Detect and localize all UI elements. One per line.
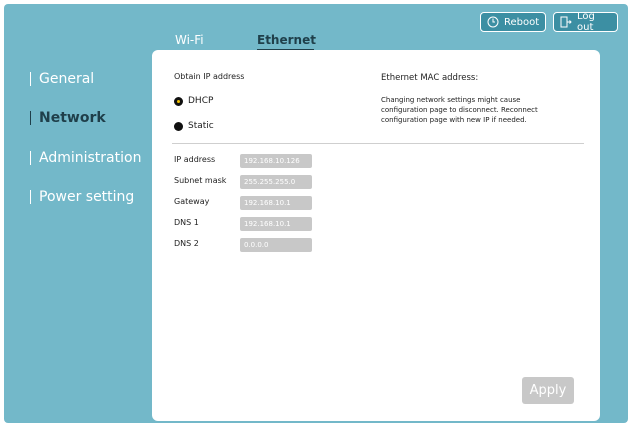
subnet-mask-label: Subnet mask <box>174 176 227 185</box>
apply-button[interactable]: Apply <box>522 377 574 404</box>
sidebar-divider <box>30 111 31 125</box>
static-label: Static <box>188 121 214 131</box>
dns2-field[interactable] <box>240 238 312 252</box>
sidebar-item-label: Administration <box>39 150 142 166</box>
dns2-label: DNS 2 <box>174 239 199 248</box>
sidebar-item-label: Power setting <box>39 189 135 205</box>
obtain-ip-label: Obtain IP address <box>174 72 245 81</box>
sidebar-divider <box>30 190 31 204</box>
gateway-field[interactable] <box>240 196 312 210</box>
mac-address-title: Ethernet MAC address: <box>381 73 479 83</box>
logout-label: Log out <box>577 11 595 33</box>
tab-wifi[interactable]: Wi-Fi <box>175 33 204 47</box>
dhcp-radio[interactable] <box>174 97 183 106</box>
sidebar-divider <box>30 72 31 86</box>
ip-address-field[interactable] <box>240 154 312 168</box>
static-radio[interactable] <box>174 122 183 131</box>
ethernet-settings-panel: Obtain IP address DHCP Static Ethernet M… <box>152 50 600 421</box>
reboot-label: Reboot <box>504 16 540 28</box>
sidebar-item-general[interactable]: General <box>30 71 94 87</box>
sidebar-item-network[interactable]: Network <box>30 110 106 126</box>
logout-button[interactable]: Log out <box>553 11 618 33</box>
sidebar-item-label: General <box>39 71 95 87</box>
dns1-field[interactable] <box>240 217 312 231</box>
sidebar-divider <box>30 151 31 165</box>
dns1-label: DNS 1 <box>174 218 199 227</box>
power-cycle-icon <box>487 16 499 28</box>
sidebar-item-power-setting[interactable]: Power setting <box>30 189 134 205</box>
tab-ethernet[interactable]: Ethernet <box>257 33 316 47</box>
network-change-warning: Changing network settings might cause co… <box>381 96 538 124</box>
gateway-label: Gateway <box>174 197 210 206</box>
reboot-button[interactable]: Reboot <box>480 12 546 32</box>
sidebar-item-administration[interactable]: Administration <box>30 150 141 166</box>
ip-address-label: IP address <box>174 155 216 164</box>
logout-door-icon <box>560 16 572 28</box>
subnet-mask-field[interactable] <box>240 175 312 189</box>
dhcp-label: DHCP <box>188 96 214 106</box>
sidebar-item-label: Network <box>39 110 106 126</box>
section-divider <box>172 143 584 144</box>
